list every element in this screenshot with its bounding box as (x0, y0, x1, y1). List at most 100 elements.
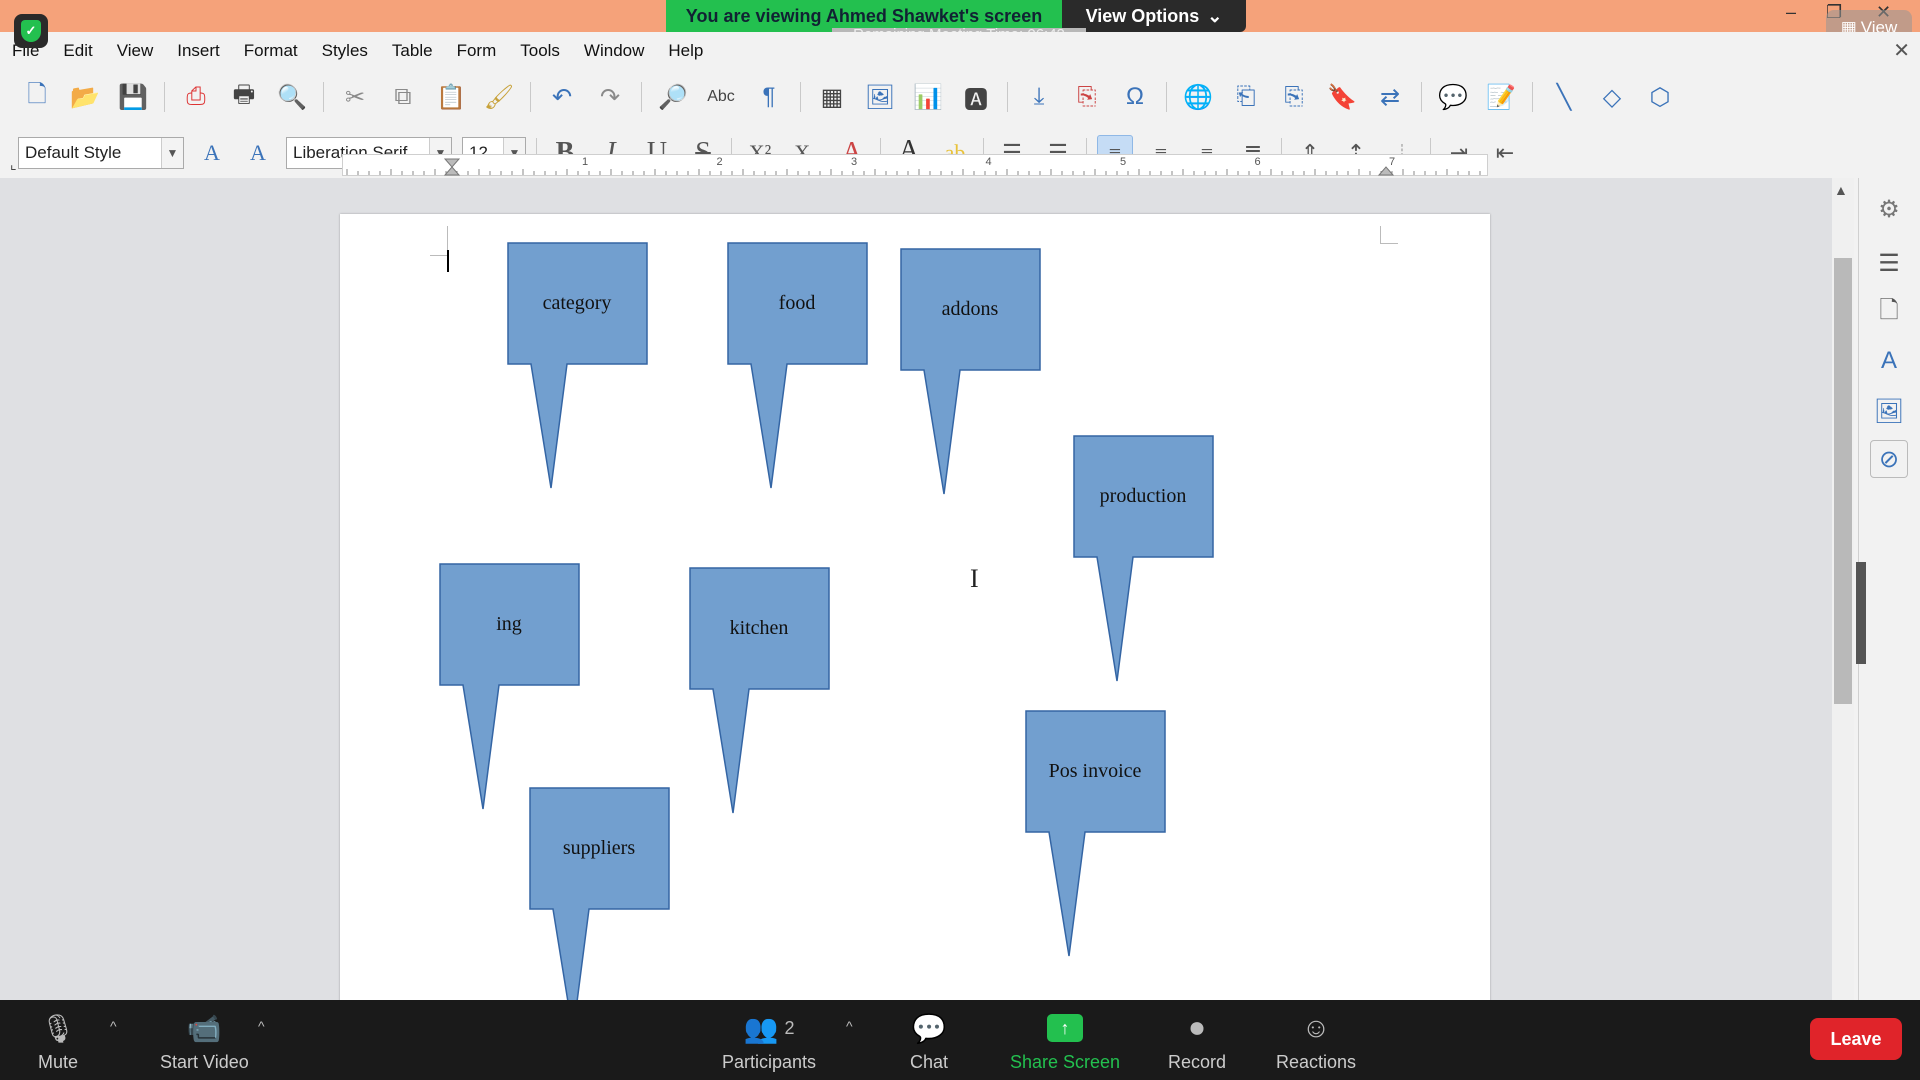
navigator-icon[interactable]: ⊘ (1870, 440, 1908, 478)
new-document-icon[interactable]: 🗋 (20, 80, 54, 114)
record-button[interactable]: ⏺ Record (1168, 1008, 1226, 1073)
callout-label: kitchen (729, 616, 789, 639)
cross-reference-icon[interactable]: ⇄ (1373, 80, 1407, 114)
start-video-label: Start Video (160, 1052, 249, 1072)
separator (164, 82, 165, 112)
video-options-caret-icon[interactable]: ^ (258, 1018, 265, 1034)
print-icon[interactable]: 🖶 (227, 80, 261, 114)
horizontal-ruler[interactable]: 1 2 3 4 5 6 7 (342, 154, 1488, 176)
menu-insert[interactable]: Insert (177, 41, 220, 61)
insert-field-icon[interactable]: ⎘ (1070, 80, 1104, 114)
sidebar-settings-icon[interactable]: ⚙ (1870, 190, 1908, 228)
new-style-icon[interactable]: A (240, 135, 276, 171)
chevron-down-icon: ▼ (161, 138, 183, 168)
document-page[interactable]: I category food addons production ing kitchen… (340, 214, 1490, 1000)
separator (641, 82, 642, 112)
chevron-down-icon: ⌄ (1207, 5, 1223, 26)
paragraph-style-value: Default Style (25, 143, 122, 162)
undo-icon[interactable]: ↶ (545, 80, 579, 114)
view-options-button[interactable]: View Options ⌄ (1062, 0, 1246, 32)
print-preview-icon[interactable]: 🔍 (275, 80, 309, 114)
open-folder-icon[interactable]: 📂 (68, 80, 102, 114)
participants-count: 2 (784, 1017, 795, 1038)
separator (1007, 82, 1008, 112)
sidebar-collapse-handle[interactable] (1856, 562, 1866, 664)
share-screen-button[interactable]: ↑ Share Screen (1010, 1008, 1120, 1073)
menu-format[interactable]: Format (244, 41, 298, 61)
leave-button[interactable]: Leave (1810, 1018, 1902, 1060)
ruler-ticks (346, 158, 1481, 176)
footnote-icon[interactable]: ⎗ (1229, 80, 1263, 114)
draw-functions-icon[interactable]: ⬡ (1643, 80, 1677, 114)
document-canvas[interactable]: I category food addons production ing kitchen… (0, 178, 1836, 1000)
text-boundary-mark (430, 226, 448, 256)
page-break-icon[interactable]: ⤓ (1022, 80, 1056, 114)
find-replace-icon[interactable]: 🔎 (656, 80, 690, 114)
spelling-icon[interactable]: Abc (704, 80, 738, 114)
video-off-icon: 📹 (186, 1012, 222, 1044)
separator (323, 82, 324, 112)
scroll-up-icon[interactable]: ▲ (1834, 182, 1848, 198)
track-changes-icon[interactable]: 📝 (1484, 80, 1518, 114)
gallery-icon[interactable]: 🖼 (1870, 392, 1908, 430)
redo-icon[interactable]: ↷ (593, 80, 627, 114)
comment-icon[interactable]: 💬 (1436, 80, 1470, 114)
audio-options-caret-icon[interactable]: ^ (110, 1018, 117, 1034)
hyperlink-icon[interactable]: 🌐 (1181, 80, 1215, 114)
styles-icon[interactable]: A (1870, 342, 1908, 380)
participants-options-caret-icon[interactable]: ^ (846, 1018, 853, 1034)
menu-window[interactable]: Window (584, 41, 644, 61)
share-screen-label: Share Screen (1010, 1052, 1121, 1072)
insert-table-icon[interactable]: ▦ (815, 80, 849, 114)
basic-shapes-icon[interactable]: ◇ (1595, 80, 1629, 114)
mute-button[interactable]: 🎙 Mute (38, 1008, 78, 1073)
minimize-icon[interactable]: – (1786, 2, 1796, 23)
properties-icon[interactable]: ☰ (1870, 244, 1908, 282)
microphone-icon: 🎙 (40, 1012, 76, 1044)
insert-textbox-icon[interactable]: 🅰 (959, 80, 993, 114)
copy-icon[interactable]: ⧉ (386, 80, 420, 114)
ruler-number: 4 (985, 156, 992, 168)
menu-styles[interactable]: Styles (322, 41, 368, 61)
clone-formatting-icon[interactable]: 🖌 (482, 80, 516, 114)
zoom-security-shield-icon[interactable]: ✓ (14, 14, 48, 48)
special-character-icon[interactable]: Ω (1118, 80, 1152, 114)
chat-button[interactable]: 💬 Chat (910, 1008, 948, 1073)
page-icon[interactable]: 🗋 (1870, 294, 1908, 332)
callout-label: category (542, 291, 612, 314)
menu-edit[interactable]: Edit (63, 41, 92, 61)
insert-chart-icon[interactable]: 📊 (911, 80, 945, 114)
callout-label: production (1099, 484, 1187, 507)
save-icon[interactable]: 💾 (116, 80, 150, 114)
endnote-icon[interactable]: ⎘ (1277, 80, 1311, 114)
menu-form[interactable]: Form (457, 41, 497, 61)
menu-table[interactable]: Table (392, 41, 433, 61)
paste-icon[interactable]: 📋 (434, 80, 468, 114)
bookmark-icon[interactable]: 🔖 (1325, 80, 1359, 114)
formatting-marks-icon[interactable]: ¶ (752, 80, 786, 114)
close-document-icon[interactable]: ✕ (1893, 38, 1910, 63)
ruler-number: 1 (582, 156, 589, 168)
export-pdf-icon[interactable]: ⎙ (179, 80, 213, 114)
record-label: Record (1168, 1052, 1227, 1072)
line-icon[interactable]: ╲ (1547, 80, 1581, 114)
participants-button[interactable]: 👥 2 Participants (722, 1008, 816, 1073)
mute-label: Mute (38, 1052, 79, 1072)
decrease-indent-icon[interactable]: ⇤ (1487, 135, 1523, 171)
record-icon: ⏺ (1190, 1011, 1205, 1043)
scrollbar-thumb[interactable] (1834, 258, 1852, 704)
menu-tools[interactable]: Tools (520, 41, 560, 61)
tab-stop-selector-icon[interactable]: ⌞ (10, 156, 17, 173)
reactions-button[interactable]: ☺ Reactions (1276, 1008, 1356, 1073)
callout-label: food (778, 291, 816, 314)
separator (530, 82, 531, 112)
insert-image-icon[interactable]: 🖼 (863, 80, 897, 114)
update-style-icon[interactable]: A (194, 135, 230, 171)
menu-help[interactable]: Help (668, 41, 703, 61)
menu-view[interactable]: View (117, 41, 154, 61)
ruler-number: 5 (1120, 156, 1127, 168)
start-video-button[interactable]: 📹 Start Video (160, 1008, 249, 1073)
text-boundary-mark (1380, 226, 1398, 244)
cut-icon[interactable]: ✂ (338, 80, 372, 114)
paragraph-style-select[interactable]: Default Style ▼ (18, 137, 184, 169)
